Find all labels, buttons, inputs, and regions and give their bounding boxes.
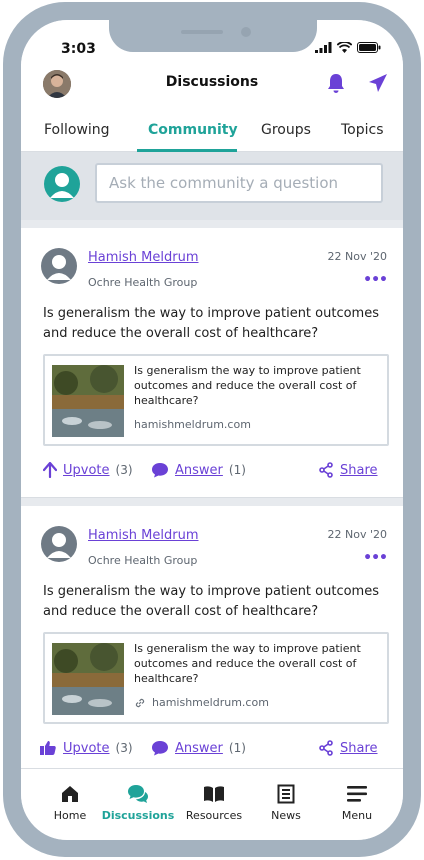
share-icon	[319, 740, 333, 756]
post-actions: Upvote (3) Answer (1) Share	[21, 456, 403, 486]
user-avatar-icon	[44, 166, 80, 202]
link-preview-card[interactable]: Is generalism the way to improve patient…	[43, 632, 389, 724]
link-url-text: hamishmeldrum.com	[134, 418, 251, 431]
bell-icon	[328, 74, 344, 93]
battery-icon	[357, 42, 381, 53]
answer-label: Answer	[175, 740, 223, 756]
more-options-icon[interactable]: •••	[363, 272, 388, 288]
share-label: Share	[340, 740, 378, 756]
link-url-text: hamishmeldrum.com	[152, 696, 269, 709]
app-header: Discussions	[21, 64, 403, 110]
news-icon	[277, 784, 295, 804]
answer-button[interactable]: Answer (1)	[151, 462, 246, 478]
wifi-icon	[337, 42, 352, 53]
home-icon	[62, 786, 78, 802]
thumbs-up-icon	[40, 741, 56, 755]
discussion-feed: Hamish Meldrum Ochre Health Group 22 Nov…	[21, 220, 403, 768]
link-url: hamishmeldrum.com	[134, 418, 251, 431]
answer-label: Answer	[175, 462, 223, 478]
share-button[interactable]: Share	[318, 740, 378, 756]
post-card: Hamish Meldrum Ochre Health Group 22 Nov…	[21, 506, 403, 768]
nav-home[interactable]: Home	[32, 783, 108, 822]
tab-following[interactable]: Following	[44, 122, 110, 138]
send-button[interactable]	[367, 72, 389, 98]
link-title: Is generalism the way to improve patient…	[134, 642, 361, 685]
upvote-label: Upvote	[63, 740, 110, 756]
send-icon	[369, 74, 387, 92]
tab-groups[interactable]: Groups	[261, 122, 311, 138]
device-notch	[109, 20, 317, 52]
post-card: Hamish Meldrum Ochre Health Group 22 Nov…	[21, 228, 403, 498]
nav-label: Menu	[341, 809, 373, 822]
link-thumbnail	[52, 365, 124, 437]
nav-label: Discussions	[101, 809, 175, 822]
chat-icon	[128, 785, 148, 803]
nav-label: News	[271, 809, 301, 822]
share-label: Share	[340, 462, 378, 478]
post-text: Is generalism the way to improve patient…	[43, 584, 379, 619]
nav-news[interactable]: News	[248, 783, 324, 822]
menu-icon	[347, 786, 367, 802]
upvote-button[interactable]: Upvote (3)	[39, 740, 133, 756]
book-icon	[204, 786, 224, 802]
more-options-icon[interactable]: •••	[363, 550, 388, 566]
link-thumbnail	[52, 643, 124, 715]
post-author-link[interactable]: Hamish Meldrum	[88, 250, 199, 265]
screen: 3:03 Discussions Following Community Gro…	[21, 20, 403, 840]
post-organization: Ochre Health Group	[88, 276, 198, 289]
nav-label: Home	[53, 809, 87, 822]
author-avatar-icon	[41, 526, 77, 562]
tab-community[interactable]: Community	[148, 122, 238, 138]
link-preview-card[interactable]: Is generalism the way to improve patient…	[43, 354, 389, 446]
share-button[interactable]: Share	[318, 462, 378, 478]
answer-button[interactable]: Answer (1)	[151, 740, 246, 756]
comment-icon	[152, 741, 168, 756]
ask-question-input[interactable]	[95, 163, 383, 203]
arrow-up-icon	[43, 462, 57, 478]
bottom-navigation: Home Discussions Resources News Menu	[21, 768, 403, 840]
upvote-count: (3)	[115, 741, 133, 755]
post-organization: Ochre Health Group	[88, 554, 198, 567]
status-time: 3:03	[61, 41, 96, 57]
tab-topics[interactable]: Topics	[341, 122, 384, 138]
nav-label: Resources	[185, 809, 243, 822]
post-date: 22 Nov '20	[327, 250, 387, 263]
nav-menu[interactable]: Menu	[319, 783, 395, 822]
post-date: 22 Nov '20	[327, 528, 387, 541]
post-actions: Upvote (3) Answer (1) Share	[21, 734, 403, 764]
upvote-count: (3)	[115, 463, 133, 477]
notifications-button[interactable]	[325, 72, 347, 98]
comment-icon	[152, 463, 168, 478]
discussion-tabs: Following Community Groups Topics	[21, 110, 403, 152]
signal-icon	[315, 42, 332, 53]
link-title: Is generalism the way to improve patient…	[134, 364, 361, 407]
device-frame: 3:03 Discussions Following Community Gro…	[3, 2, 421, 857]
post-text: Is generalism the way to improve patient…	[43, 306, 379, 341]
nav-resources[interactable]: Resources	[176, 783, 252, 822]
answer-count: (1)	[228, 463, 246, 477]
link-icon	[135, 698, 145, 707]
post-author-link[interactable]: Hamish Meldrum	[88, 528, 199, 543]
link-url: hamishmeldrum.com	[134, 696, 269, 709]
ask-bar	[21, 152, 403, 220]
upvote-label: Upvote	[63, 462, 110, 478]
upvote-button[interactable]: Upvote (3)	[43, 462, 133, 478]
answer-count: (1)	[228, 741, 246, 755]
nav-discussions[interactable]: Discussions	[100, 783, 176, 822]
author-avatar-icon	[41, 248, 77, 284]
share-icon	[319, 462, 333, 478]
